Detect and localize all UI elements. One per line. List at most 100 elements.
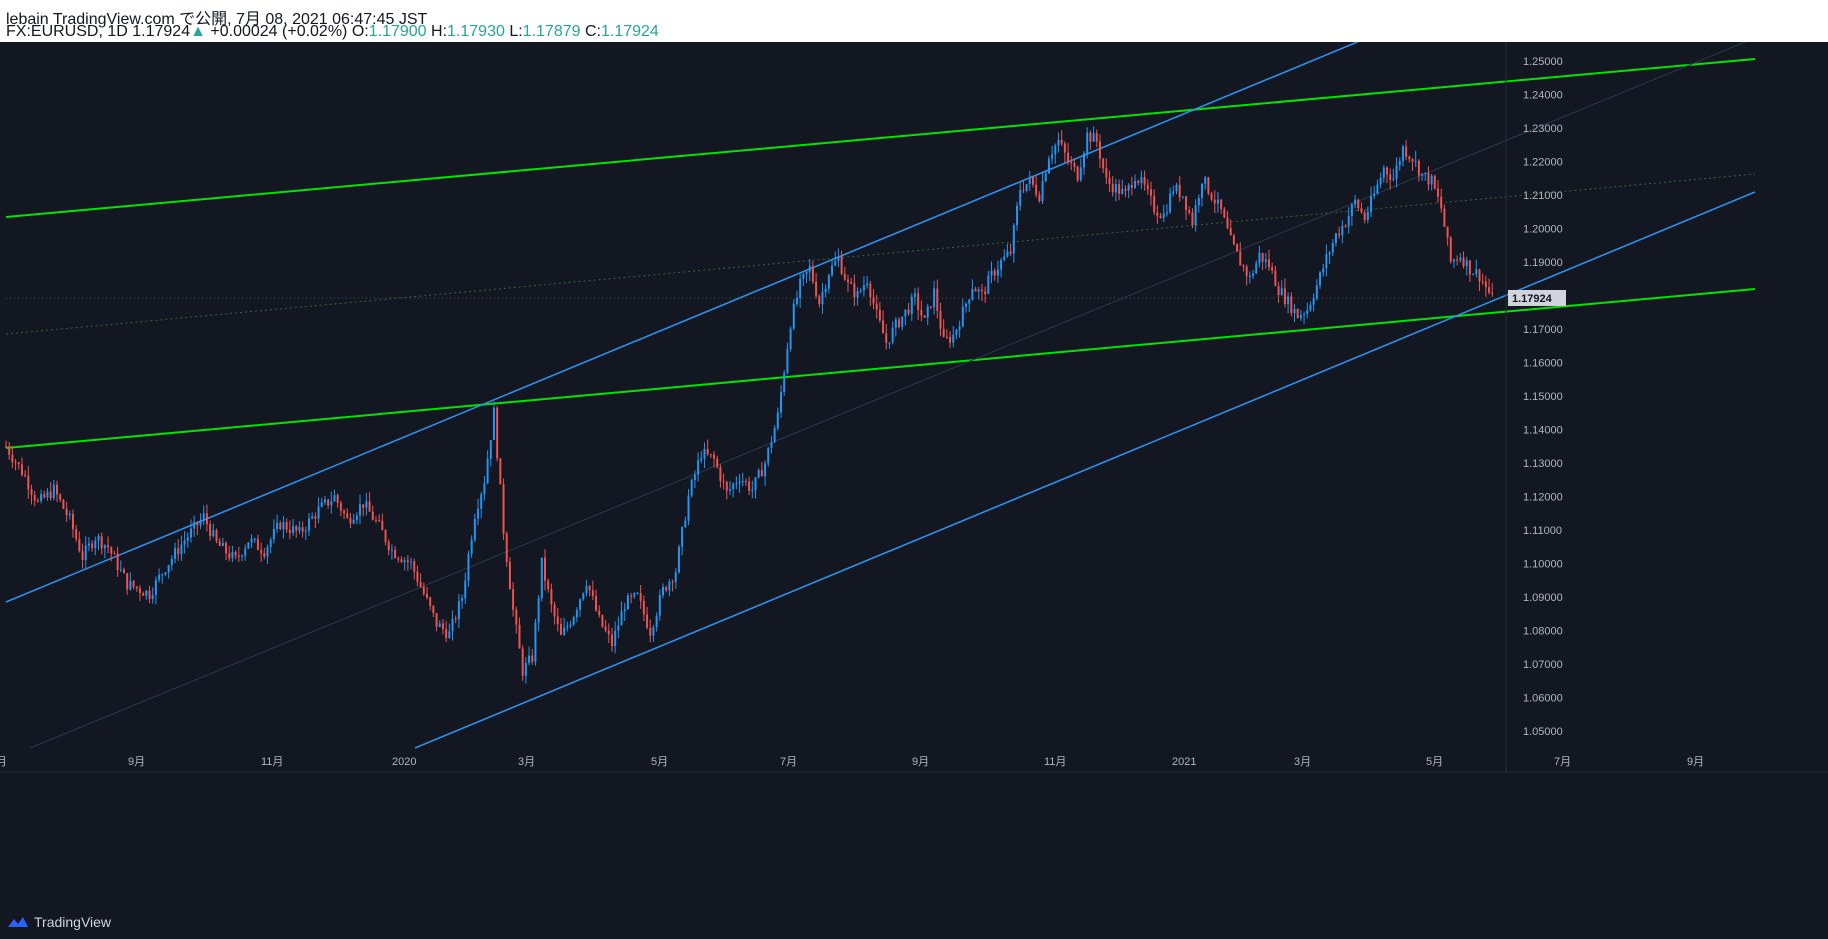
candle-body (1022, 189, 1025, 191)
candle-body (961, 306, 964, 327)
candle-body (1252, 273, 1255, 276)
candle-body (1395, 165, 1398, 179)
candle-body (403, 560, 406, 563)
candle-body (524, 662, 527, 676)
candle-body (346, 513, 349, 518)
candle-body (1127, 184, 1130, 191)
candle-body (614, 630, 617, 647)
time-tick-label: 月 (0, 756, 7, 768)
candle-body (898, 319, 901, 327)
candle-body (244, 548, 247, 556)
candle-body (81, 551, 84, 560)
candle-body (1274, 270, 1277, 287)
candle-body (8, 446, 11, 455)
candle-body (1267, 259, 1270, 268)
candle-body (987, 275, 990, 295)
candle-body (1322, 268, 1325, 273)
candle-body (129, 580, 132, 590)
candle-body (521, 648, 524, 676)
time-tick-label: 2020 (392, 756, 416, 768)
candle-body (837, 256, 840, 262)
candle-body (110, 547, 113, 554)
candle-body (1331, 243, 1334, 253)
candle-body (1325, 254, 1328, 269)
candle-body (802, 274, 805, 279)
candle-body (1306, 309, 1309, 315)
footer-brand[interactable]: TradingView (34, 914, 111, 930)
price-tick-label: 1.25000 (1523, 56, 1563, 68)
candle-body (148, 590, 151, 600)
candle-body (949, 336, 952, 343)
candle-body (652, 627, 655, 636)
candle-body (145, 590, 148, 596)
candle-body (1175, 184, 1178, 192)
candle-body (218, 541, 221, 546)
candle-body (27, 475, 30, 490)
candle-body (1201, 183, 1204, 198)
change-value: +0.00024 (+0.02%) (210, 23, 348, 40)
candle-body (907, 309, 910, 314)
candle-body (1185, 196, 1188, 210)
candle-body (709, 453, 712, 455)
candle-body (272, 528, 275, 540)
tradingview-logo-icon[interactable] (6, 915, 30, 929)
candle-body (563, 627, 566, 635)
candle-body (1169, 193, 1172, 213)
candle-body (250, 538, 253, 543)
candle-body (113, 553, 116, 555)
price-tick-label: 1.20000 (1523, 223, 1563, 235)
candle-body (103, 545, 106, 549)
candle-body (955, 329, 958, 336)
candle-body (537, 598, 540, 623)
candle-body (1210, 193, 1213, 200)
candle-body (952, 335, 955, 343)
candle-body (416, 571, 419, 582)
candle-body (1319, 272, 1322, 286)
price-chart[interactable]: 1.05000 1.06000 1.07000 1.08000 1.09000 1.100… (0, 42, 1828, 906)
candle-body (917, 293, 920, 310)
candle-body (1239, 251, 1242, 266)
candle-body (394, 549, 397, 558)
candle-body (760, 470, 763, 477)
price-tick-label: 1.22000 (1523, 156, 1563, 168)
candle-body (1379, 177, 1382, 185)
candle-body (1012, 225, 1015, 254)
candle-body (448, 631, 451, 638)
candle-body (1347, 216, 1350, 227)
candle-body (279, 522, 282, 529)
candle-body (642, 600, 645, 615)
time-tick-label: 9月 (912, 756, 929, 768)
candle-body (674, 572, 677, 583)
candle-body (205, 513, 208, 525)
last-price-badge-label: 1.17924 (1512, 293, 1553, 305)
candle-body (1427, 172, 1430, 185)
candle-body (646, 614, 649, 628)
candle-body (598, 610, 601, 616)
candle-body (690, 480, 693, 496)
candle-body (518, 624, 521, 649)
candle-body (499, 458, 502, 485)
candle-body (1363, 212, 1366, 220)
candle-body (228, 553, 231, 559)
candle-body (1089, 132, 1092, 142)
candle-body (591, 590, 594, 596)
candle-body (744, 481, 747, 483)
candle-body (234, 552, 237, 556)
candle-body (365, 501, 368, 508)
candle-body (1481, 281, 1484, 283)
candle-body (107, 545, 110, 548)
candle-body (349, 517, 352, 524)
candle-body (649, 627, 652, 636)
candle-body (75, 529, 78, 540)
candle-body (362, 504, 365, 508)
price-tick-label: 1.21000 (1523, 190, 1563, 202)
candle-body (314, 516, 317, 519)
candle-body (1341, 225, 1344, 236)
high-label: H: (431, 23, 448, 40)
candle-body (850, 282, 853, 284)
symbol-label: FX:EURUSD, 1D (6, 23, 128, 40)
candle-body (282, 522, 285, 529)
candle-body (1207, 177, 1210, 194)
candle-body (1114, 184, 1117, 193)
candle-body (1414, 160, 1417, 162)
